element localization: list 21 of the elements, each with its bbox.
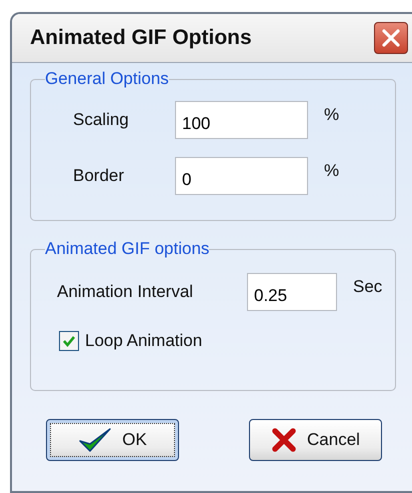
checkmark-icon [62,334,76,348]
checkmark-icon [78,426,112,454]
unit-label: % [324,160,340,181]
input-field[interactable]: 0.25 [247,273,337,311]
group-title: Animated GIF options [45,239,210,259]
window-title: Animated GIF Options [30,26,252,50]
field-label: Animation Interval [57,282,194,302]
ok-button[interactable]: OK [46,419,179,461]
input-field[interactable]: 0 [175,157,308,195]
checkbox[interactable] [59,331,79,351]
unit-label: % [324,104,340,125]
checkbox-label: Loop Animation [85,331,202,351]
group-title: General Options [45,69,169,89]
input-field[interactable]: 100 [175,101,308,139]
cancel-button[interactable]: Cancel [249,419,382,461]
close-icon [381,28,401,48]
unit-label: Sec [353,276,384,297]
close-button[interactable] [374,22,408,54]
field-label: Border [73,166,126,186]
field-label: Scaling [73,110,130,130]
cross-icon [271,427,298,453]
